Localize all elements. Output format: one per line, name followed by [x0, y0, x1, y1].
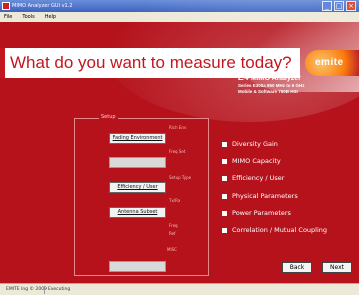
product-line1: Series E300a 850 MHz to 6 GHz	[238, 83, 305, 88]
checkbox-icon[interactable]	[222, 175, 227, 181]
fading-environment-button[interactable]: Fading Environment	[109, 133, 166, 144]
setup-side-label: MISC	[167, 247, 177, 252]
product-line2: Mobile & Software 750B HSI	[238, 89, 298, 94]
option-correlation-mutual-coupling[interactable]: Correlation / Mutual Coupling	[222, 226, 327, 234]
page-title: What do you want to measure today?	[10, 53, 292, 72]
product-info: E4 MIMO Analyzer Series E300a 850 MHz to…	[238, 72, 305, 94]
efficiency-user-button[interactable]: Efficiency / User	[109, 182, 166, 193]
checkbox-icon[interactable]	[222, 158, 227, 164]
option-mimo-capacity[interactable]: MIMO Capacity	[222, 157, 281, 165]
menu-tools[interactable]: Tools	[22, 14, 34, 20]
setup-side-label: Rich Env	[169, 125, 187, 130]
setup-legend: Setup	[99, 114, 118, 120]
company-logo: emite	[305, 50, 359, 76]
next-button[interactable]: Next	[322, 262, 352, 273]
application-window: MIMO Analyzer GUI v1.2 _ □ × FileToolsHe…	[0, 0, 359, 295]
status-copyright: EMITE Ing © 2009	[6, 287, 47, 292]
option-efficiency-user[interactable]: Efficiency / User	[222, 174, 284, 182]
setup-side-label: Setup Type	[169, 175, 192, 180]
disabled-setup-button[interactable]	[109, 157, 166, 168]
logo-text: emite	[315, 57, 344, 68]
option-power-parameters[interactable]: Power Parameters	[222, 209, 291, 217]
setup-side-label: Tx/Rx	[169, 198, 181, 203]
window-title: MIMO Analyzer GUI v1.2	[12, 3, 73, 9]
menu-file[interactable]: File	[4, 14, 12, 20]
option-physical-parameters[interactable]: Physical Parameters	[222, 192, 298, 200]
option-diversity-gain[interactable]: Diversity Gain	[222, 140, 278, 148]
status-message: Executing	[48, 287, 71, 292]
product-prefix: E4	[238, 72, 250, 82]
antenna-subset-button[interactable]: Antenna Subset	[109, 207, 166, 218]
setup-side-label: Freq Set	[169, 149, 186, 154]
checkbox-icon[interactable]	[222, 141, 227, 147]
app-icon	[2, 2, 10, 10]
disabled-setup-button[interactable]	[109, 261, 166, 272]
product-name: MIMO Analyzer	[250, 75, 301, 82]
setup-side-label: Ref	[169, 231, 176, 236]
setup-side-label: Freq	[169, 223, 178, 228]
status-divider	[44, 286, 45, 294]
menu-help[interactable]: Help	[45, 14, 56, 20]
checkbox-icon[interactable]	[222, 227, 227, 233]
status-bar: EMITE Ing © 2009 Executing	[0, 283, 359, 295]
checkbox-icon[interactable]	[222, 193, 227, 199]
banner-accent	[0, 48, 5, 78]
setup-group: Setup Rich Env Fading Environment Freq S…	[74, 114, 209, 276]
checkbox-icon[interactable]	[222, 210, 227, 216]
back-button[interactable]: Back	[282, 262, 312, 273]
